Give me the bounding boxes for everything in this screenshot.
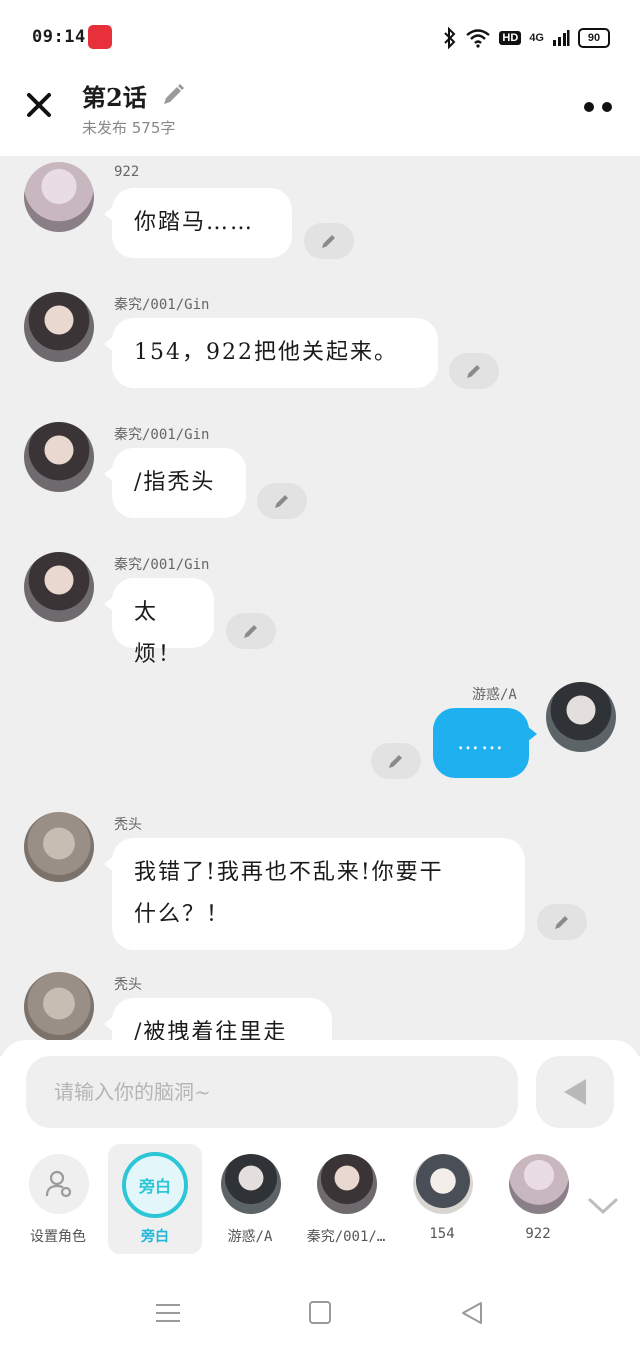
status-time: 09:14	[32, 27, 86, 47]
message-input[interactable]	[26, 1056, 518, 1128]
avatar[interactable]	[24, 162, 94, 232]
person-settings-icon	[45, 1170, 72, 1198]
role-label: 游惑/A	[227, 1229, 273, 1245]
sender-name: 秃头	[114, 977, 142, 993]
system-nav-bar	[0, 1270, 640, 1351]
role-label: 秦究/001/…	[306, 1229, 386, 1245]
composer-panel: 设置角色 旁白 旁白 游惑/A 秦究/001/… 154 922	[0, 1040, 640, 1270]
role-label: 设置角色	[30, 1229, 86, 1245]
set-role-circle	[29, 1154, 89, 1214]
message-line: 什么？！	[134, 902, 231, 927]
avatar[interactable]	[546, 682, 616, 752]
status-bar: 09:14 HD 4G 90	[0, 0, 640, 70]
edit-message-button[interactable]	[537, 904, 587, 940]
role-character[interactable]: 922	[492, 1144, 584, 1254]
network-type: 4G	[529, 32, 544, 44]
message-bubble[interactable]: 太烦！	[104, 578, 214, 667]
edit-message-button[interactable]	[257, 483, 307, 519]
pencil-icon	[275, 495, 288, 508]
avatar[interactable]	[24, 972, 94, 1042]
message-bubble[interactable]: 你踏马……	[104, 188, 292, 258]
chapter-title: 第2话	[82, 83, 147, 112]
pencil-icon	[555, 916, 568, 929]
role-label: 旁白	[141, 1229, 169, 1245]
chat-area[interactable]: 922 你踏马…… 秦究/001/Gin 154，922把他关起来。 秦究/00…	[0, 156, 640, 1056]
hd-badge: HD	[499, 31, 522, 45]
edit-message-button[interactable]	[449, 353, 499, 389]
edit-message-button[interactable]	[371, 743, 421, 779]
role-character[interactable]: 154	[396, 1144, 488, 1254]
narrator-badge: 旁白	[122, 1152, 188, 1218]
sender-name: 秃头	[114, 817, 142, 833]
pencil-icon	[322, 235, 335, 248]
more-options-button[interactable]	[584, 98, 616, 116]
dot-icon	[584, 102, 594, 112]
chapter-status: 未发布 575字	[82, 119, 176, 137]
message-bubble[interactable]: ……	[433, 708, 537, 778]
bluetooth-icon	[444, 27, 456, 49]
edit-message-button[interactable]	[226, 613, 276, 649]
message-line: 我错了!我再也不乱来!你要干	[134, 860, 444, 885]
avatar	[413, 1154, 473, 1214]
sender-name: 游惑/A	[472, 687, 517, 703]
editor-header: 第2话 未发布 575字	[0, 70, 640, 156]
dot-icon	[602, 102, 612, 112]
avatar[interactable]	[24, 552, 94, 622]
sender-name: 秦究/001/Gin	[114, 297, 210, 313]
edit-message-button[interactable]	[304, 223, 354, 259]
back-icon[interactable]	[457, 1300, 487, 1326]
role-label: 154	[429, 1226, 455, 1242]
avatar	[317, 1154, 377, 1214]
avatar[interactable]	[24, 812, 94, 882]
set-role-button[interactable]: 设置角色	[12, 1144, 104, 1254]
pencil-icon	[389, 755, 402, 768]
role-character[interactable]: 秦究/001/…	[300, 1144, 392, 1254]
app-notification-icon	[88, 25, 112, 49]
send-button[interactable]	[536, 1056, 614, 1128]
menu-icon[interactable]	[153, 1300, 183, 1326]
sender-name: 922	[114, 164, 140, 180]
role-narrator[interactable]: 旁白 旁白	[108, 1144, 202, 1254]
send-icon	[564, 1079, 586, 1105]
role-label: 922	[525, 1226, 551, 1242]
chevron-down-icon[interactable]	[584, 1194, 622, 1218]
avatar	[509, 1154, 569, 1214]
pencil-icon	[467, 365, 480, 378]
wifi-icon	[466, 29, 491, 48]
avatar	[221, 1154, 281, 1214]
message-bubble[interactable]: /指秃头	[104, 448, 246, 518]
avatar[interactable]	[24, 422, 94, 492]
signal-icon	[553, 30, 570, 46]
edit-title-icon[interactable]	[160, 82, 186, 108]
sender-name: 秦究/001/Gin	[114, 557, 210, 573]
status-indicators: HD 4G 90	[443, 25, 610, 51]
role-character[interactable]: 游惑/A	[204, 1144, 296, 1254]
role-selector: 设置角色 旁白 旁白 游惑/A 秦究/001/… 154 922	[0, 1144, 640, 1256]
battery-indicator: 90	[578, 28, 610, 48]
home-icon[interactable]	[305, 1300, 335, 1326]
message-bubble[interactable]: 154，922把他关起来。	[104, 318, 438, 388]
avatar[interactable]	[24, 292, 94, 362]
close-icon[interactable]	[22, 88, 56, 122]
pencil-icon	[244, 625, 257, 638]
sender-name: 秦究/001/Gin	[114, 427, 210, 443]
message-bubble[interactable]: 我错了!我再也不乱来!你要干 什么？！	[104, 838, 525, 950]
